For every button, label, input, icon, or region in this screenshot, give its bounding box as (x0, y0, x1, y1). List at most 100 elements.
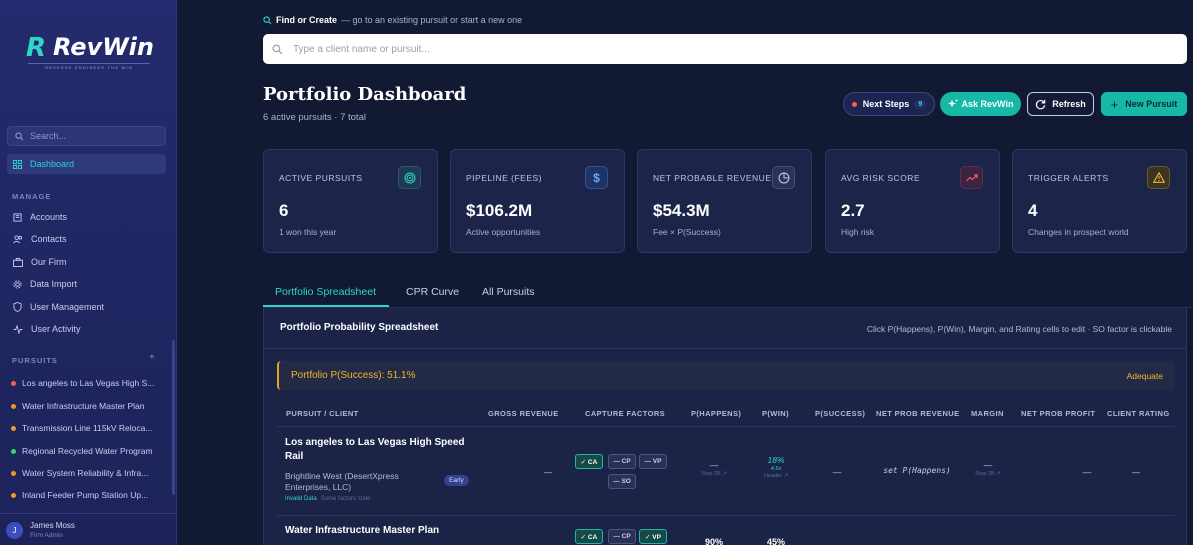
user-role: Firm Admin (30, 532, 63, 539)
sidebar-item-contacts[interactable]: Contacts (7, 229, 166, 249)
kpi-value: $54.3M (653, 201, 710, 220)
sidebar-item-dashboard[interactable]: Dashboard (7, 154, 166, 174)
ask-label: Ask RevWin (961, 99, 1014, 109)
kpi-card-avg-risk[interactable]: AVG RISK SCORE 2.7 High risk (825, 149, 1000, 253)
sidebar-pursuit-item[interactable]: Los angeles to Las Vegas High S... (11, 375, 161, 391)
users-icon (13, 234, 23, 243)
sidebar-item-label: Dashboard (30, 159, 75, 169)
col-header-pwin[interactable]: P(WIN) (762, 409, 789, 418)
user-name: James Moss (30, 521, 75, 530)
factor-chip-cp[interactable]: — CP (608, 454, 636, 469)
phappens-cell[interactable]: — Step 2B ↗ (694, 460, 734, 477)
add-pursuit-icon[interactable]: + (149, 352, 155, 363)
next-steps-button[interactable]: Next Steps 9 (843, 92, 935, 116)
factor-chip-ca[interactable]: ✓ CA (575, 529, 603, 544)
factor-chip-cp[interactable]: — CP (608, 529, 636, 544)
factor-chip-vp[interactable]: ✓ VP (639, 529, 667, 544)
net-prob-revenue-cell[interactable]: set P(Happens) (876, 466, 958, 475)
user-profile[interactable]: J James Moss Firm Admin (0, 513, 177, 545)
tab-all-pursuits[interactable]: All Pursuits (482, 286, 535, 298)
pwin-cell[interactable]: 18% 4.5x Header ↗ (756, 455, 796, 479)
row-client-line: Brightline West (DesertXpress (285, 471, 399, 481)
client-rating-cell[interactable]: — (1126, 467, 1146, 477)
tab-portfolio-spreadsheet[interactable]: Portfolio Spreadsheet (275, 286, 376, 298)
kpi-card-net-probable-revenue[interactable]: NET PROBABLE REVENUE $54.3M Fee × P(Succ… (637, 149, 812, 253)
divider (277, 515, 1175, 516)
gear-icon (13, 279, 22, 289)
col-header-capture-factors[interactable]: CAPTURE FACTORS (585, 409, 665, 418)
factor-chip-so[interactable]: — SO (608, 474, 636, 489)
sidebar-search-input[interactable]: Search... (7, 126, 166, 146)
pwin-value: 18% (767, 455, 785, 465)
kpi-card-active-pursuits[interactable]: ACTIVE PURSUITS 6 1 won this year (263, 149, 438, 253)
sidebar-item-our-firm[interactable]: Our Firm (7, 252, 166, 272)
sidebar-item-data-import[interactable]: Data Import (7, 274, 166, 294)
search-icon (263, 15, 272, 24)
sidebar-pursuit-item[interactable]: Water System Reliability & Infra... (11, 465, 161, 481)
kpi-label: PIPELINE (FEES) (466, 173, 542, 183)
divider (277, 426, 1175, 427)
pwin-cell[interactable]: 45% (756, 537, 796, 545)
gross-revenue-cell[interactable]: — (538, 467, 558, 477)
col-header-gross-revenue[interactable]: GROSS REVENUE (488, 409, 559, 418)
margin-cell[interactable]: — Step 2B ↗ (971, 460, 1005, 477)
pie-icon (772, 166, 795, 189)
col-header-psuccess[interactable]: P(SUCCESS) (815, 409, 865, 418)
sidebar-pursuit-item[interactable]: Transmission Line 115kV Reloca... (11, 420, 161, 436)
sidebar-scrollbar[interactable] (172, 340, 175, 495)
search-placeholder: Type a client name or pursuit... (293, 43, 430, 55)
row-title[interactable]: Water Infrastructure Master Plan (285, 524, 439, 538)
kpi-card-pipeline[interactable]: PIPELINE (FEES) $106.2M Active opportuni… (450, 149, 625, 253)
sidebar-item-label: User Activity (31, 324, 81, 334)
row-title[interactable]: Los angeles to Las Vegas High Speed Rail (285, 436, 465, 464)
active-tab-indicator (263, 305, 389, 307)
divider (264, 348, 1186, 349)
psuccess-value: Portfolio P(Success): 51.1% (291, 370, 416, 381)
col-header-net-prob-profit[interactable]: NET PROB PROFIT (1021, 409, 1095, 418)
revwin-logo[interactable]: R RevWin REVERSE ENGINEER THE WIN (26, 33, 154, 73)
building-icon (13, 212, 22, 222)
refresh-label: Refresh (1052, 99, 1086, 109)
pursuit-label: Transmission Line 115kV Reloca... (22, 423, 153, 433)
sidebar-item-accounts[interactable]: Accounts (7, 207, 166, 227)
sidebar-item-label: Data Import (30, 279, 78, 289)
alert-dot-icon (851, 101, 857, 107)
col-header-client-rating[interactable]: CLIENT RATING (1107, 409, 1170, 418)
pursuit-search-input[interactable]: Type a client name or pursuit... (263, 34, 1187, 64)
refresh-button[interactable]: Refresh (1027, 92, 1094, 116)
status-dot (11, 380, 16, 386)
pursuit-label: Regional Recycled Water Program (22, 446, 153, 456)
page-subtitle: 6 active pursuits · 7 total (263, 112, 366, 123)
sidebar: R RevWin REVERSE ENGINEER THE WIN Search… (0, 0, 177, 545)
factor-chip-ca[interactable]: ✓ CA (575, 454, 603, 469)
page-title: Portfolio Dashboard (263, 84, 467, 105)
net-prob-profit-cell: — (1082, 467, 1092, 477)
sidebar-item-user-management[interactable]: User Management (7, 297, 166, 317)
kpi-label: NET PROBABLE REVENUE (653, 173, 772, 183)
panel-title: Portfolio Probability Spreadsheet (280, 322, 439, 333)
sidebar-pursuit-item[interactable]: Inland Feeder Pump Station Up... (11, 487, 161, 503)
margin-value: — (983, 460, 993, 470)
target-icon (398, 166, 421, 189)
brand-tagline: REVERSE ENGINEER THE WIN (28, 63, 150, 70)
phappens-cell[interactable]: 90% (694, 537, 734, 545)
col-header-net-prob-revenue[interactable]: NET PROB REVENUE (876, 409, 960, 418)
kpi-label: ACTIVE PURSUITS (279, 173, 363, 183)
col-header-phappens[interactable]: P(HAPPENS) (691, 409, 741, 418)
data-status-detail: Some factors stale (320, 496, 371, 502)
briefcase-icon (13, 257, 23, 267)
status-dot (11, 492, 16, 498)
sidebar-item-user-activity[interactable]: User Activity (7, 319, 166, 339)
factor-chip-vp[interactable]: — VP (639, 454, 667, 469)
phappens-value: — (709, 460, 719, 470)
sidebar-pursuit-item[interactable]: Regional Recycled Water Program (11, 443, 161, 459)
plus-icon: + (1110, 96, 1119, 112)
kpi-card-trigger-alerts[interactable]: TRIGGER ALERTS 4 Changes in prospect wor… (1012, 149, 1187, 253)
col-header-pursuit[interactable]: PURSUIT / CLIENT (286, 409, 359, 418)
ask-revwin-button[interactable]: Ask RevWin (940, 92, 1021, 116)
sidebar-pursuit-item[interactable]: Water Infrastructure Master Plan (11, 398, 161, 414)
tab-cpr-curve[interactable]: CPR Curve (406, 286, 459, 298)
dollar-icon: $ (585, 166, 608, 189)
col-header-margin[interactable]: MARGIN (971, 409, 1004, 418)
new-pursuit-button[interactable]: + New Pursuit (1101, 92, 1187, 116)
